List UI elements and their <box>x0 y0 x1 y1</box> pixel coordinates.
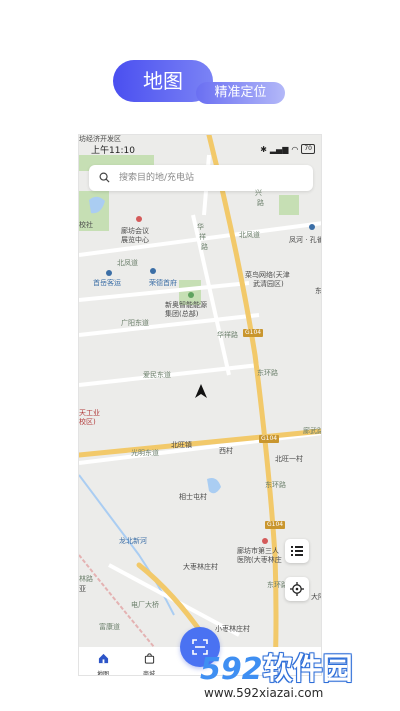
poi-marker <box>188 292 194 298</box>
route-shield: G104 <box>243 329 264 337</box>
map-label: 菜鸟网络(天津 <box>245 271 290 279</box>
watermark-number: 592 <box>200 652 263 687</box>
map-label: 首岳客运 <box>93 279 121 287</box>
search-bar[interactable] <box>89 165 313 191</box>
map-label: 电厂大桥 <box>131 601 159 609</box>
bag-icon <box>144 653 154 664</box>
map-label: 北凤道 <box>239 231 260 239</box>
map-label: 廊坊会议 <box>121 227 149 235</box>
map-label: 廊坊市第三人 <box>237 547 279 555</box>
map-label: 广阳东道 <box>121 319 149 327</box>
signal-icon: ▂▄▆ <box>269 144 289 154</box>
poi-marker <box>262 538 268 544</box>
watermark-url: www.592xiazai.com <box>204 686 324 700</box>
list-icon <box>291 546 303 556</box>
map-label: 光明东道 <box>131 449 159 457</box>
home-icon <box>98 653 108 664</box>
map-label: 兴 <box>255 189 262 197</box>
route-shield: G104 <box>259 435 280 443</box>
map-label: 北凤道 <box>117 259 138 267</box>
battery-icon: 70 <box>301 144 315 154</box>
locate-button[interactable] <box>285 577 309 601</box>
map-label: 东环路 <box>257 369 278 377</box>
map-label: 展览中心 <box>121 236 149 244</box>
map-label: 医院(大枣林庄 <box>237 556 282 564</box>
map-label: 华 <box>197 223 204 231</box>
map-label: 富康道 <box>99 623 120 631</box>
map-label: 爱民东道 <box>143 371 171 379</box>
map-label: 凤河 · 孔雀 <box>289 236 322 244</box>
map-label: 亚 <box>79 585 86 593</box>
map-label: 林路 <box>79 575 93 583</box>
location-arrow-icon <box>195 384 207 398</box>
watermark-logo: 592软件园 <box>200 644 353 688</box>
map-label: 相士屯村 <box>179 493 207 501</box>
subtitle-pill: 精准定位 <box>196 82 285 104</box>
map-label: 坊经济开发区 <box>79 135 121 143</box>
tab-label: 商城 <box>142 671 155 676</box>
map-label: 路 <box>201 243 208 251</box>
map-label: 祥 <box>199 233 206 241</box>
map-label: 集团(总部) <box>165 310 199 318</box>
map-label: 廊武路 <box>303 427 322 435</box>
watermark-text: 软件园 <box>262 652 353 687</box>
tab-shop[interactable]: 商城 <box>129 649 169 676</box>
bluetooth-icon: ✱ <box>260 144 267 154</box>
layer-list-button[interactable] <box>285 539 309 563</box>
status-icons: ✱ ▂▄▆ ◠ 70 <box>260 144 315 154</box>
search-icon <box>99 172 110 183</box>
route-shield: G104 <box>265 521 286 529</box>
tab-label: 地图 <box>96 671 109 676</box>
crosshair-icon <box>290 582 304 596</box>
wifi-icon: ◠ <box>291 144 299 154</box>
poi-marker <box>150 268 156 274</box>
map-label: 武清园区) <box>253 280 284 288</box>
map-label: 天工业 <box>79 409 100 417</box>
park-area <box>279 195 299 215</box>
poi-marker <box>309 224 315 230</box>
map-label: 路 <box>257 199 264 207</box>
map-label: 北旺镇 <box>171 441 192 449</box>
map-label: 校区) <box>79 418 96 426</box>
map-label: 北旺一村 <box>275 455 303 463</box>
map-label: 荣德首府 <box>149 279 177 287</box>
tab-map[interactable]: 地图 <box>83 649 123 676</box>
map-label: 西村 <box>219 447 233 455</box>
map-label: 龙北新河 <box>119 537 147 545</box>
page-subtitle: 精准定位 <box>214 85 267 100</box>
poi-marker <box>136 216 142 222</box>
poi-marker <box>106 270 112 276</box>
map-label: 东 <box>315 287 322 295</box>
map-label: 校社 <box>79 221 93 229</box>
map-label: 华祥路 <box>217 331 238 339</box>
map-label: 小枣林庄村 <box>215 625 250 633</box>
phone-screen: 上午11:10 ✱ ▂▄▆ ◠ 70 坊经济开发区 兴 路 校社 廊坊会议 展览… <box>78 134 322 676</box>
status-time: 上午11:10 <box>91 146 135 156</box>
map-label: 大阿 <box>311 593 321 601</box>
map-label: 新奥智能能源 <box>165 301 207 309</box>
map-label: 大枣林庄村 <box>183 563 218 571</box>
search-input[interactable] <box>119 165 307 191</box>
map-label: 东环路 <box>265 481 286 489</box>
